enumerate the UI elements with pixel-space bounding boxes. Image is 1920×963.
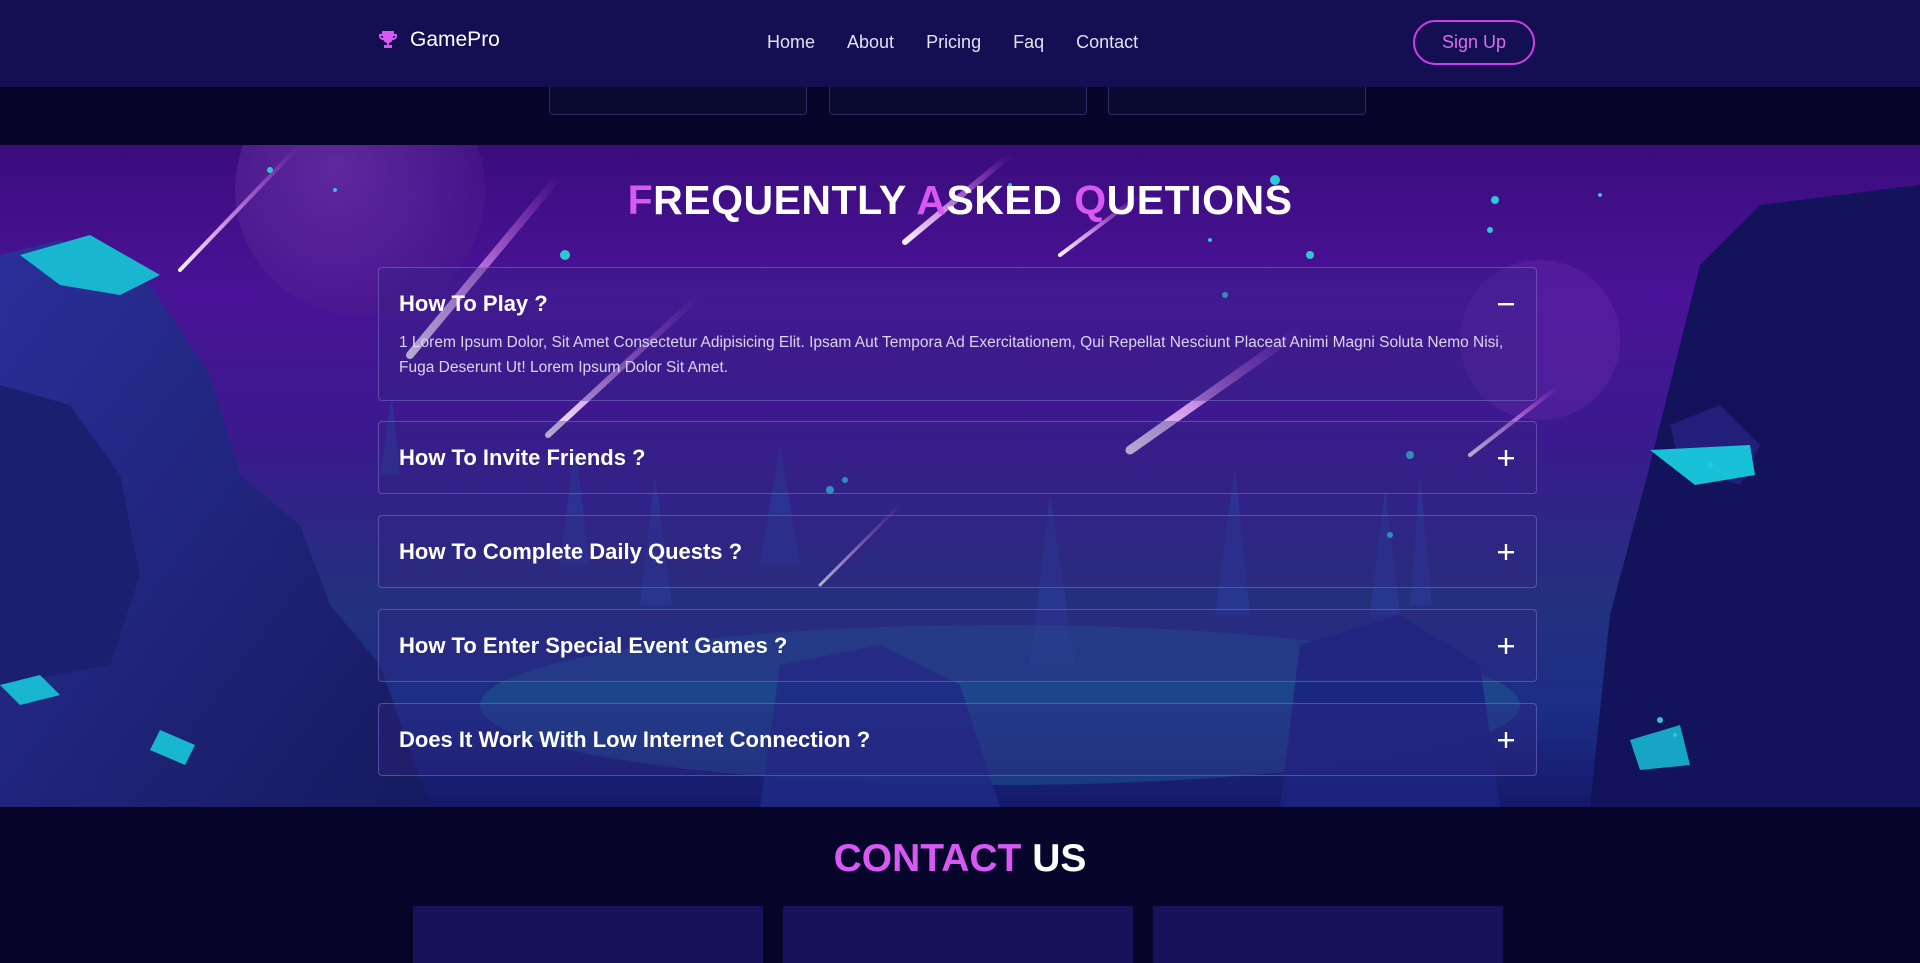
- nav-link-contact[interactable]: Contact: [1076, 32, 1138, 53]
- nav-link-home[interactable]: Home: [767, 32, 815, 53]
- faq-item-special-event-games[interactable]: How To Enter Special Event Games ?: [378, 609, 1537, 682]
- sign-up-button[interactable]: Sign Up: [1413, 20, 1535, 65]
- faq-question[interactable]: Does It Work With Low Internet Connectio…: [399, 727, 870, 753]
- minus-icon[interactable]: [1496, 294, 1516, 314]
- plus-icon[interactable]: [1496, 636, 1516, 656]
- contact-heading: CONTACT US: [833, 837, 1087, 880]
- faq-question[interactable]: How To Play ?: [399, 291, 548, 317]
- faq-section: FREQUENTLY ASKED QUETIONS How To Play ? …: [0, 145, 1920, 807]
- faq-item-invite-friends[interactable]: How To Invite Friends ?: [378, 421, 1537, 494]
- faq-question[interactable]: How To Complete Daily Quests ?: [399, 539, 742, 565]
- faq-question[interactable]: How To Invite Friends ?: [399, 445, 646, 471]
- nav-link-faq[interactable]: Faq: [1013, 32, 1044, 53]
- trophy-icon: [379, 31, 397, 48]
- top-navbar: GamePro Home About Pricing Faq Contact S…: [0, 0, 1920, 87]
- plus-icon[interactable]: [1496, 542, 1516, 562]
- plus-icon[interactable]: [1496, 730, 1516, 750]
- contact-card: [413, 906, 763, 963]
- faq-item-low-internet[interactable]: Does It Work With Low Internet Connectio…: [378, 703, 1537, 776]
- faq-answer: 1 Lorem Ipsum Dolor, Sit Amet Consectetu…: [399, 334, 1504, 376]
- faq-question[interactable]: How To Enter Special Event Games ?: [399, 633, 787, 659]
- contact-card: [783, 906, 1133, 963]
- faq-item-how-to-play[interactable]: How To Play ? 1 Lorem Ipsum Dolor, Sit A…: [378, 267, 1537, 401]
- faq-heading: FREQUENTLY ASKED QUETIONS: [627, 177, 1293, 223]
- faq-item-daily-quests[interactable]: How To Complete Daily Quests ?: [378, 515, 1537, 588]
- plus-icon[interactable]: [1496, 448, 1516, 468]
- main-menu: Home About Pricing Faq Contact: [767, 32, 1138, 53]
- contact-card: [1153, 906, 1503, 963]
- brand-logo[interactable]: GamePro: [376, 28, 500, 52]
- nav-link-about[interactable]: About: [847, 32, 894, 53]
- nav-link-pricing[interactable]: Pricing: [926, 32, 981, 53]
- brand-name: GamePro: [410, 28, 500, 51]
